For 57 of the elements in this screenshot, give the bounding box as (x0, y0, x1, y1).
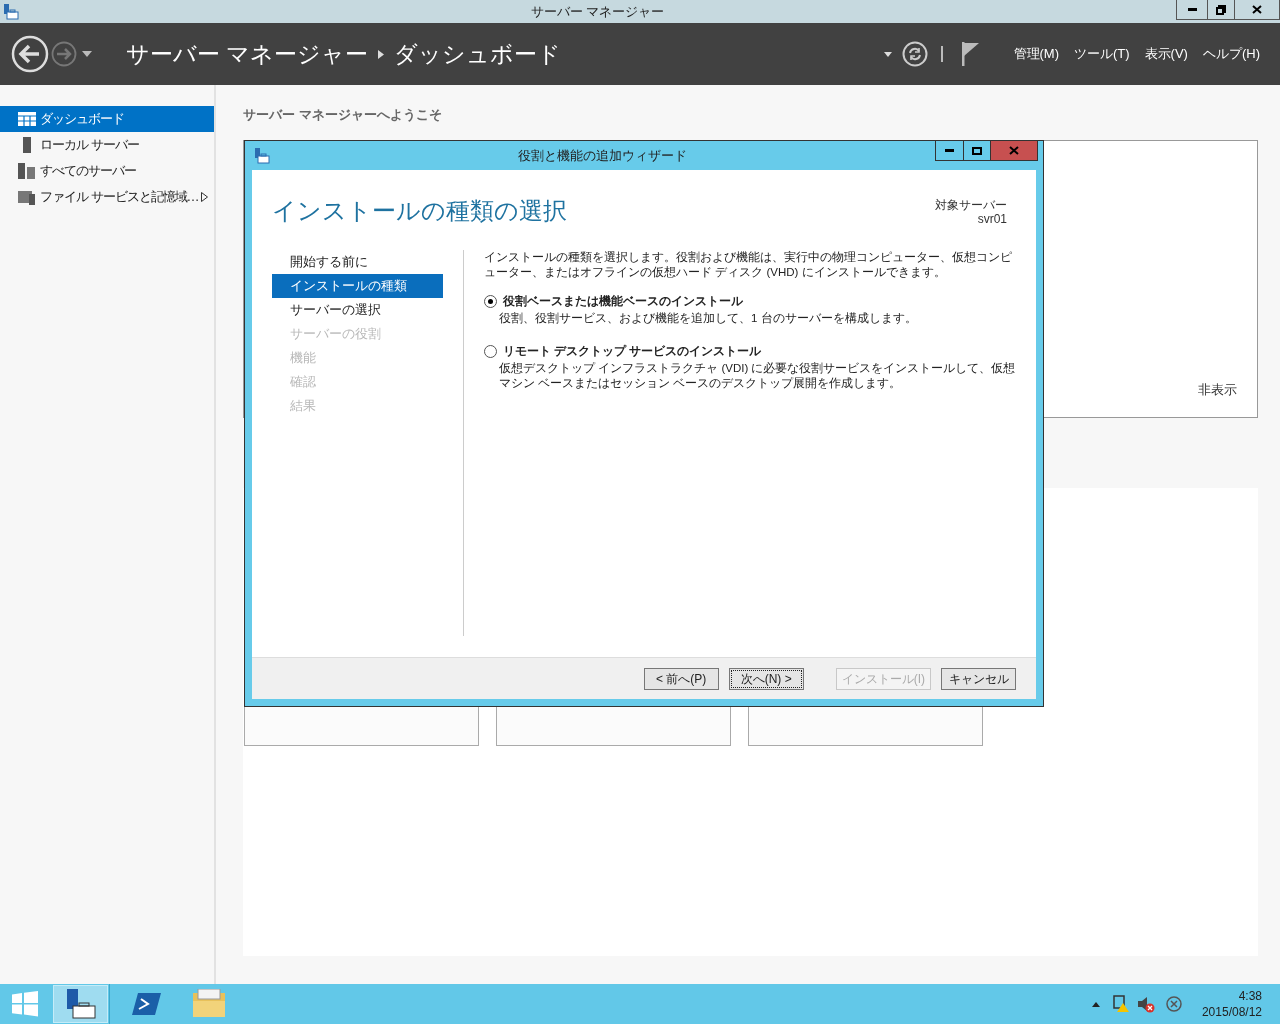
restore-icon (1216, 4, 1226, 15)
page-heading: インストールの種類の選択 (272, 196, 567, 226)
sidebar-item[interactable]: ダッシュボード (0, 106, 214, 132)
dropdown-icon[interactable] (82, 51, 92, 57)
welcome-title: サーバー マネージャーへようこそ (243, 106, 443, 124)
menu-item[interactable]: 表示(V) (1144, 44, 1188, 64)
close-icon (1009, 146, 1019, 155)
dropdown-icon[interactable] (883, 51, 892, 57)
server-icon (23, 137, 31, 153)
close-icon (1252, 5, 1262, 14)
dialog-button[interactable]: 次へ(N) > (728, 667, 804, 690)
servers-icon (18, 163, 36, 179)
flag-icon[interactable] (961, 42, 980, 66)
breadcrumb-item[interactable]: サーバー マネージャー (126, 36, 369, 72)
hide-link[interactable]: 非表示 (1198, 379, 1237, 399)
wizard-step[interactable]: サーバーの選択 (272, 298, 443, 322)
wizard-step[interactable]: インストールの種類 (272, 274, 443, 298)
server-manager-icon (64, 988, 97, 1020)
clock[interactable]: 4:38 2015/08/12 (1201, 988, 1262, 1020)
target-server-label: 対象サーバー (935, 198, 1007, 212)
clock-time: 4:38 (1238, 988, 1262, 1004)
option-description: 仮想デスクトップ インフラストラクチャ (VDI) に必要な役割サービスをインストールして、仮想マシン ベースまたはセッション ベースのデスクトップ展開を作成します。 (498, 361, 1016, 391)
server-manager-icon (3, 3, 19, 21)
menu-item[interactable]: ヘルプ(H) (1202, 44, 1260, 64)
folder-server-icon (18, 189, 36, 205)
dialog-title: 役割と機能の追加ウィザード (518, 146, 687, 165)
description-text: インストールの種類を選択します。役割および機能は、実行中の物理コンピューター、仮想コンピューター、またはオフラインの仮想ハード ディスク (VHD) にインストールできます。 (484, 250, 1013, 280)
dialog-button[interactable]: キャンセル (941, 667, 1016, 690)
speaker-muted-icon[interactable] (1136, 995, 1155, 1013)
target-server-value: svr01 (977, 212, 1007, 226)
dialog-button[interactable]: < 前へ(P) (643, 667, 719, 690)
sidebar-item[interactable]: すべてのサーバー (0, 158, 214, 184)
window-title: サーバー マネージャー (530, 2, 665, 21)
radio-button[interactable] (484, 345, 497, 358)
expand-arrow-icon[interactable] (201, 192, 208, 202)
sidebar-item[interactable]: ファイル サービスと記憶域… (0, 184, 214, 210)
radio-button[interactable] (484, 295, 497, 308)
refresh-icon[interactable] (901, 41, 928, 67)
menu-item[interactable]: ツール(T) (1074, 44, 1130, 64)
sidebar-item[interactable]: ローカル サーバー (0, 132, 214, 158)
radio-label[interactable]: リモート デスクトップ サービスのインストール (503, 344, 762, 359)
back-icon[interactable] (11, 35, 49, 73)
show-hidden-icons-icon[interactable] (1091, 1001, 1100, 1007)
wizard-icon (254, 146, 270, 165)
menu-item[interactable]: 管理(M) (1013, 44, 1059, 64)
wizard-step[interactable]: 開始する前に (272, 250, 443, 274)
grid-icon (18, 112, 36, 126)
network-warning-icon[interactable] (1112, 995, 1131, 1013)
clock-date: 2015/08/12 (1201, 1004, 1262, 1020)
powershell-icon[interactable] (132, 991, 162, 1017)
option-description: 役割、役割サービス、および機能を追加して、1 台のサーバーを構成します。 (498, 311, 918, 326)
breadcrumb-separator-icon (378, 49, 385, 59)
breadcrumb-item: ダッシュボード (394, 39, 562, 69)
radio-label[interactable]: 役割ベースまたは機能ベースのインストール (503, 294, 743, 309)
start-icon[interactable] (12, 991, 38, 1017)
taskbar-server-manager-button[interactable] (53, 985, 108, 1023)
action-center-icon[interactable] (1165, 996, 1182, 1012)
